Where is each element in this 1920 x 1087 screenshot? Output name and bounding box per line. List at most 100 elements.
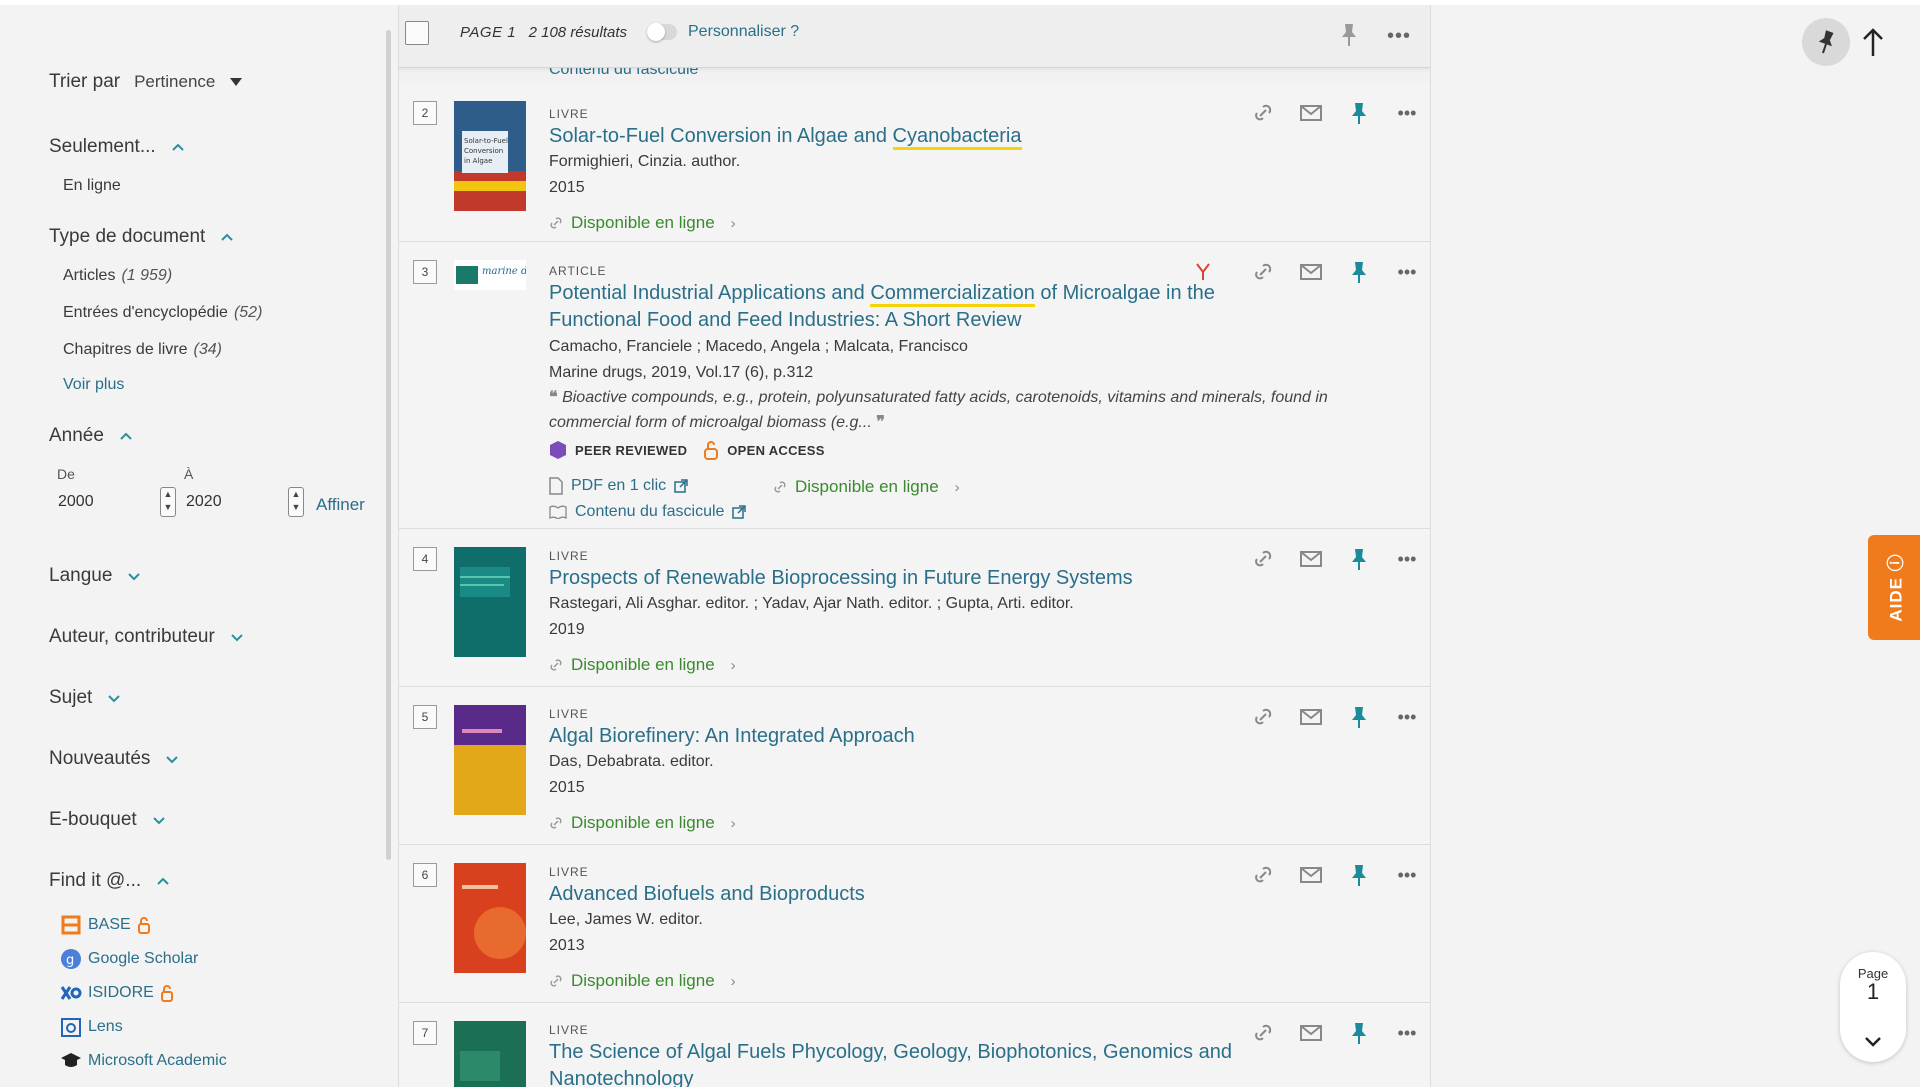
pdf-one-click-link[interactable]: PDF en 1 clic	[549, 477, 688, 495]
chevron-down-icon[interactable]	[1840, 1032, 1906, 1052]
result-title-link[interactable]: Algal Biorefinery: An Integrated Approac…	[549, 723, 1249, 750]
result-item[interactable]: 5 LIVRE Algal Biorefinery: An Integrated…	[399, 687, 1430, 845]
result-item[interactable]: 7 LIVRE The Science of Algal Fuels Phyco…	[399, 1003, 1430, 1087]
year-to-input[interactable]: 2020	[186, 493, 222, 511]
available-online-link[interactable]: Disponible en ligne ›	[549, 655, 736, 675]
refine-button[interactable]: Affiner	[316, 495, 365, 515]
available-online-link[interactable]: Disponible en ligne ›	[549, 971, 736, 991]
pin-icon[interactable]	[1335, 863, 1383, 887]
result-title-link[interactable]: Advanced Biofuels and Bioproducts	[549, 881, 1249, 908]
pinned-items-button[interactable]	[1802, 18, 1850, 66]
available-online-link[interactable]: Disponible en ligne ›	[773, 477, 960, 497]
book-cover[interactable]	[454, 863, 526, 973]
permalink-icon[interactable]	[1239, 548, 1287, 570]
chevron-up-icon[interactable]	[219, 229, 235, 245]
more-options-icon[interactable]: •••	[1383, 707, 1430, 728]
chevron-down-icon[interactable]	[126, 568, 142, 584]
result-title-link[interactable]: Prospects of Renewable Bioprocessing in …	[549, 565, 1309, 592]
email-icon[interactable]	[1287, 866, 1335, 884]
result-title-link[interactable]: Potential Industrial Applications and Co…	[549, 280, 1249, 334]
page-indicator[interactable]: Page 1	[1840, 952, 1906, 1062]
filter-language[interactable]: Langue	[49, 565, 142, 587]
svg-text:Conversion: Conversion	[464, 147, 503, 155]
result-item[interactable]: 6 LIVRE Advanced Biofuels and Bioproduct…	[399, 845, 1430, 1003]
pin-icon[interactable]	[1335, 705, 1383, 729]
chevron-down-icon[interactable]	[229, 629, 245, 645]
findit-microsoft-academic-link[interactable]: Microsoft Academic	[60, 1050, 227, 1072]
more-options-icon[interactable]: •••	[1387, 25, 1411, 48]
filter-online[interactable]: En ligne	[63, 177, 121, 195]
filter-year-header[interactable]: Année	[49, 425, 134, 447]
findit-base-link[interactable]: BASE	[60, 914, 151, 936]
email-icon[interactable]	[1287, 708, 1335, 726]
personalize-toggle[interactable]	[647, 23, 677, 41]
email-icon[interactable]	[1287, 104, 1335, 122]
permalink-icon[interactable]	[1239, 864, 1287, 886]
see-more-link[interactable]: Voir plus	[63, 376, 124, 394]
chevron-down-icon[interactable]	[164, 751, 180, 767]
pin-icon[interactable]	[1335, 547, 1383, 571]
chevron-down-icon[interactable]	[151, 812, 167, 828]
more-options-icon[interactable]: •••	[1383, 103, 1430, 124]
email-icon[interactable]	[1287, 550, 1335, 568]
more-options-icon[interactable]: •••	[1383, 549, 1430, 570]
filter-only-header[interactable]: Seulement...	[49, 136, 186, 158]
permalink-icon[interactable]	[1239, 1022, 1287, 1044]
email-icon[interactable]	[1287, 1024, 1335, 1042]
result-actions: •••	[1239, 101, 1430, 125]
caret-down-icon[interactable]	[229, 77, 243, 87]
permalink-icon[interactable]	[1239, 261, 1287, 283]
result-item[interactable]: 4 LIVRE Prospects of Renewable Bioproces…	[399, 529, 1430, 687]
filter-doctype-chapters[interactable]: Chapitres de livre (34)	[63, 341, 222, 359]
more-options-icon[interactable]: •••	[1383, 1023, 1430, 1044]
chevron-up-icon[interactable]	[170, 139, 186, 155]
findit-header[interactable]: Find it @...	[49, 870, 171, 892]
book-cover[interactable]	[454, 547, 526, 657]
google-scholar-icon: g	[60, 948, 82, 970]
year-to-stepper[interactable]: ▲ ▼	[288, 487, 304, 517]
book-cover[interactable]	[454, 1021, 526, 1087]
result-title-link[interactable]: Solar-to-Fuel Conversion in Algae and Cy…	[549, 123, 1249, 150]
more-options-icon[interactable]: •••	[1383, 865, 1430, 886]
available-online-link[interactable]: Disponible en ligne ›	[549, 813, 736, 833]
chevron-up-icon[interactable]	[118, 428, 134, 444]
filter-subject[interactable]: Sujet	[49, 687, 122, 709]
filter-ebouquet[interactable]: E-bouquet	[49, 809, 167, 831]
findit-lens-link[interactable]: Lens	[60, 1016, 123, 1038]
table-of-contents-link[interactable]: Contenu du fascicule	[549, 503, 747, 521]
year-from-input[interactable]: 2000	[58, 493, 94, 511]
result-item[interactable]: 2 Solar-to-Fuel Conversion in Algae LIVRE …	[399, 83, 1430, 242]
permalink-icon[interactable]	[1239, 102, 1287, 124]
help-button[interactable]: AIDE ⓘ	[1868, 535, 1920, 640]
pin-icon[interactable]	[1335, 101, 1383, 125]
filter-doctype-encyclopedia[interactable]: Entrées d'encyclopédie (52)	[63, 304, 262, 322]
email-icon[interactable]	[1287, 263, 1335, 281]
filter-author[interactable]: Auteur, contributeur	[49, 626, 245, 648]
book-cover[interactable]	[454, 705, 526, 815]
back-to-top-arrow-icon[interactable]	[1860, 24, 1886, 64]
personalize-link[interactable]: Personnaliser ?	[688, 23, 799, 41]
sort-value[interactable]: Pertinence	[134, 72, 215, 92]
result-title-link[interactable]: The Science of Algal Fuels Phycology, Ge…	[549, 1039, 1249, 1087]
sidebar-scrollbar[interactable]	[386, 30, 391, 860]
available-online-link[interactable]: Disponible en ligne ›	[549, 213, 736, 233]
sort-control[interactable]: Trier par Pertinence	[49, 71, 243, 93]
permalink-icon[interactable]	[1239, 706, 1287, 728]
chevron-up-icon[interactable]	[155, 873, 171, 889]
filter-doctype-articles[interactable]: Articles (1 959)	[63, 267, 172, 285]
pin-icon[interactable]	[1335, 1021, 1383, 1045]
pin-icon[interactable]	[1335, 260, 1383, 284]
chevron-down-icon[interactable]	[106, 690, 122, 706]
findit-google-scholar-link[interactable]: g Google Scholar	[60, 948, 198, 970]
year-from-stepper[interactable]: ▲ ▼	[160, 487, 176, 517]
filter-new[interactable]: Nouveautés	[49, 748, 180, 770]
more-options-icon[interactable]: •••	[1383, 262, 1430, 283]
filter-doctype-header[interactable]: Type de document	[49, 226, 235, 248]
result-item[interactable]: 3 marine drugs ARTICLE Potential Industr…	[399, 242, 1430, 529]
book-cover[interactable]: Solar-to-Fuel Conversion in Algae	[454, 101, 526, 211]
select-all-checkbox[interactable]	[405, 21, 429, 45]
pin-icon[interactable]	[1339, 22, 1359, 48]
findit-isidore-link[interactable]: ISIDORE	[60, 982, 174, 1004]
journal-logo[interactable]: marine drugs	[454, 260, 526, 290]
altmetric-icon[interactable]	[1195, 262, 1211, 282]
